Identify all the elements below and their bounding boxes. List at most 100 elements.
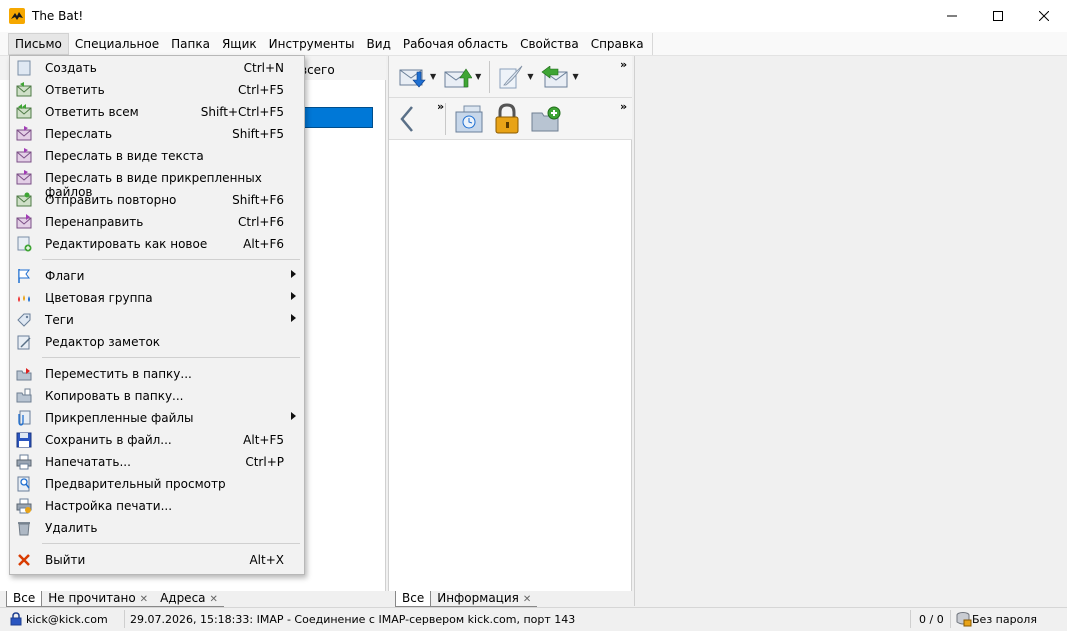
new-message-button[interactable]: ▼ — [498, 65, 533, 89]
selected-folder-row[interactable] — [300, 107, 373, 128]
status-account-label: kick@kick.com — [26, 612, 108, 626]
close-tab-icon[interactable]: ✕ — [210, 594, 218, 605]
trash-icon — [18, 522, 30, 536]
menu-item-print[interactable]: Напечатать... Ctrl+P — [10, 451, 304, 473]
menu-item-label: Напечатать... — [45, 455, 131, 469]
schedule-button[interactable] — [454, 104, 484, 134]
menu-item-label: Флаги — [45, 269, 85, 283]
menu-item-label: Переместить в папку... — [45, 367, 192, 381]
forward-text-icon — [16, 148, 32, 163]
maximize-button[interactable] — [975, 0, 1021, 32]
status-divider — [910, 610, 911, 628]
send-mail-button[interactable]: ▼ — [444, 66, 481, 88]
submenu-arrow-icon — [291, 292, 296, 300]
menu-item-label: Удалить — [45, 521, 98, 535]
menu-item-label: Перенаправить — [45, 215, 144, 229]
send-mail-icon — [444, 67, 473, 87]
menu-item-forward[interactable]: Переслать Shift+F5 — [10, 123, 304, 145]
menu-item-reply[interactable]: Ответить Ctrl+F5 — [10, 79, 304, 101]
new-message-quill-icon — [499, 65, 523, 88]
tab-all[interactable]: Все — [6, 591, 43, 607]
new-message-icon — [17, 60, 31, 76]
menu-item-color-group[interactable]: Цветовая группа — [10, 287, 304, 309]
menu-item-forward-attach[interactable]: Переслать в виде прикрепленных файлов — [10, 167, 304, 199]
message-tabs: Все Информация ✕ — [395, 591, 538, 607]
menu-item-label: Создать — [45, 61, 97, 75]
toolbar-overflow-icon[interactable]: » — [620, 58, 627, 71]
tab-all-messages[interactable]: Все — [395, 591, 432, 607]
menu-item-notes-editor[interactable]: Редактор заметок — [10, 331, 304, 353]
menu-mailbox[interactable]: Ящик — [216, 33, 263, 55]
tab-addresses[interactable]: Адреса ✕ — [154, 591, 224, 607]
menu-item-tags[interactable]: Теги — [10, 309, 304, 331]
menu-item-reply-all[interactable]: Ответить всем Shift+Ctrl+F5 — [10, 101, 304, 123]
key-database-icon — [956, 612, 972, 627]
menu-item-edit-as-new[interactable]: Редактировать как новое Alt+F6 — [10, 233, 304, 255]
menu-item-forward-text[interactable]: Переслать в виде текста — [10, 145, 304, 167]
close-tab-icon[interactable]: ✕ — [523, 594, 531, 605]
menu-special[interactable]: Специальное — [69, 33, 165, 55]
menu-letter[interactable]: Письмо — [8, 32, 69, 55]
menu-item-print-setup[interactable]: Настройка печати... — [10, 495, 304, 517]
tab-information[interactable]: Информация ✕ — [431, 591, 538, 607]
status-password[interactable]: Без пароля — [956, 611, 1037, 627]
menu-help[interactable]: Справка — [585, 33, 650, 55]
menu-item-attachments[interactable]: Прикрепленные файлы — [10, 407, 304, 429]
lock-button[interactable] — [492, 102, 522, 135]
menu-separator — [42, 259, 300, 260]
toolbar-overflow-icon-3[interactable]: » — [620, 100, 627, 113]
get-mail-button[interactable]: ▼ — [399, 66, 436, 88]
menu-item-label: Ответить всем — [45, 105, 139, 119]
send-mail-dropdown-icon[interactable]: ▼ — [475, 72, 481, 81]
menu-tools[interactable]: Инструменты — [263, 33, 361, 55]
minimize-button[interactable] — [929, 0, 975, 32]
menu-item-resend[interactable]: Отправить повторно Shift+F6 — [10, 189, 304, 211]
new-folder-icon — [531, 106, 561, 131]
tab-unread[interactable]: Не прочитано ✕ — [42, 591, 155, 607]
save-icon — [16, 432, 32, 448]
resend-icon — [16, 192, 32, 207]
menu-item-create[interactable]: Создать Ctrl+N — [10, 57, 304, 79]
message-list-pane[interactable]: ▼ ▼ ▼ ▼ » » » — [388, 56, 632, 591]
menu-properties[interactable]: Свойства — [514, 33, 585, 55]
menu-item-move-to-folder[interactable]: Переместить в папку... — [10, 363, 304, 385]
preview-pane[interactable] — [634, 56, 1067, 606]
menu-item-shortcut: Alt+F5 — [243, 433, 284, 447]
new-folder-button[interactable] — [530, 105, 562, 133]
menu-item-label: Теги — [45, 313, 74, 327]
reply-icon — [541, 65, 568, 87]
reply-all-icon — [16, 104, 32, 119]
back-button[interactable] — [399, 105, 415, 133]
menu-item-print-preview[interactable]: Предварительный просмотр — [10, 473, 304, 495]
print-setup-icon — [16, 498, 32, 514]
menu-item-label: Копировать в папку... — [45, 389, 184, 403]
exit-icon — [18, 554, 30, 566]
tag-icon — [17, 313, 31, 327]
menu-item-delete[interactable]: Удалить — [10, 517, 304, 539]
menu-item-save-to-file[interactable]: Сохранить в файл... Alt+F5 — [10, 429, 304, 451]
menu-item-exit[interactable]: Выйти Alt+X — [10, 549, 304, 571]
attachment-icon — [18, 410, 31, 426]
the-bat-logo-icon — [9, 8, 25, 24]
menu-item-redirect[interactable]: Перенаправить Ctrl+F6 — [10, 211, 304, 233]
menu-item-label: Настройка печати... — [45, 499, 173, 513]
reply-icon — [16, 82, 32, 97]
menu-item-copy-to-folder[interactable]: Копировать в папку... — [10, 385, 304, 407]
close-tab-icon[interactable]: ✕ — [140, 594, 148, 605]
toolbar-overflow-icon-2[interactable]: » — [437, 100, 444, 113]
menu-item-label: Переслать — [45, 127, 113, 141]
menu-view[interactable]: Вид — [361, 33, 397, 55]
reply-dropdown-icon[interactable]: ▼ — [572, 72, 578, 81]
menu-item-label: Редактор заметок — [45, 335, 161, 349]
new-message-dropdown-icon[interactable]: ▼ — [527, 72, 533, 81]
menu-workspace[interactable]: Рабочая область — [397, 33, 514, 55]
reply-button[interactable]: ▼ — [541, 65, 579, 88]
menu-separator — [42, 543, 300, 544]
close-button[interactable] — [1021, 0, 1067, 32]
status-account[interactable]: kick@kick.com — [10, 612, 108, 626]
menu-item-shortcut: Ctrl+P — [245, 455, 284, 469]
menu-folder[interactable]: Папка — [165, 33, 216, 55]
get-mail-dropdown-icon[interactable]: ▼ — [430, 72, 436, 81]
menu-item-flags[interactable]: Флаги — [10, 265, 304, 287]
menu-item-label: Переслать в виде текста — [45, 149, 204, 163]
